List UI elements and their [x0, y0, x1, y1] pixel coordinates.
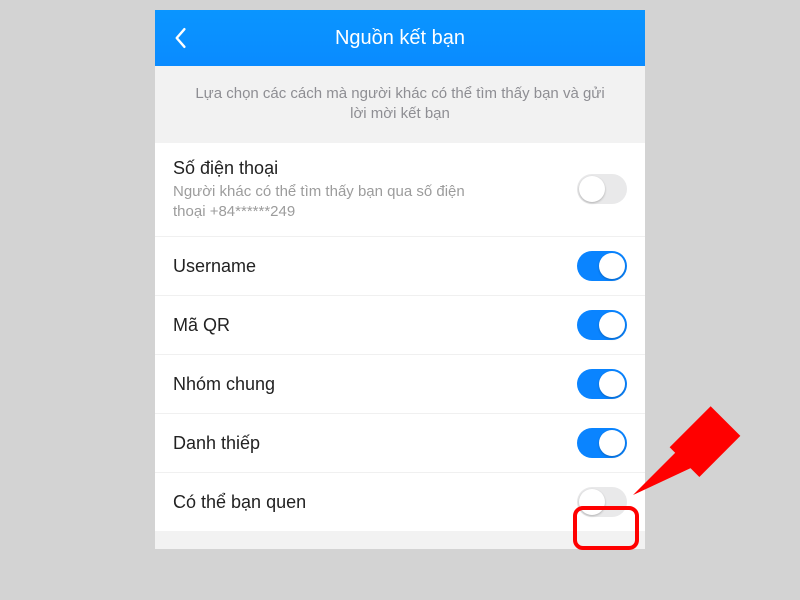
toggle-people-you-may-know[interactable]: [577, 487, 627, 517]
row-label: Số điện thoại: [173, 157, 577, 180]
back-button[interactable]: [169, 27, 191, 49]
list-footer-spacer: [155, 531, 645, 549]
description-text: Lựa chọn các cách mà người khác có thể t…: [155, 66, 645, 143]
page-title: Nguồn kết bạn: [155, 27, 645, 50]
toggle-common-groups[interactable]: [577, 369, 627, 399]
settings-list: Số điện thoại Người khác có thể tìm thấy…: [155, 143, 645, 532]
row-phone-number: Số điện thoại Người khác có thể tìm thấy…: [155, 143, 645, 238]
row-qr: Mã QR: [155, 296, 645, 355]
settings-screen: Nguồn kết bạn Lựa chọn các cách mà người…: [155, 10, 645, 549]
chevron-left-icon: [173, 27, 187, 49]
toggle-username[interactable]: [577, 251, 627, 281]
row-label: Mã QR: [173, 314, 577, 337]
row-subtitle: Người khác có thể tìm thấy bạn qua số đi…: [173, 182, 493, 223]
toggle-namecard[interactable]: [577, 428, 627, 458]
row-username: Username: [155, 237, 645, 296]
toggle-qr[interactable]: [577, 310, 627, 340]
row-label: Username: [173, 255, 577, 278]
arrow-annotation-icon: [633, 395, 763, 515]
row-label: Danh thiếp: [173, 432, 577, 455]
row-people-you-may-know: Có thể bạn quen: [155, 473, 645, 531]
header-bar: Nguồn kết bạn: [155, 10, 645, 66]
row-label: Có thể bạn quen: [173, 491, 577, 514]
row-label: Nhóm chung: [173, 373, 577, 396]
toggle-phone-number[interactable]: [577, 174, 627, 204]
row-common-groups: Nhóm chung: [155, 355, 645, 414]
row-namecard: Danh thiếp: [155, 414, 645, 473]
